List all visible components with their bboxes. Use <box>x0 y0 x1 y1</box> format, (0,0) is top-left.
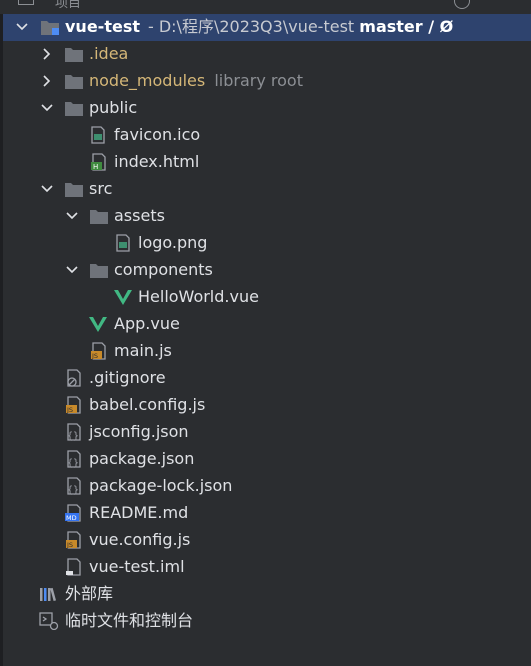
file-label: package-lock.json <box>89 476 233 495</box>
project-window-icon <box>18 0 34 5</box>
chevron-down-icon[interactable] <box>40 101 54 115</box>
svg-text:JS: JS <box>91 352 98 360</box>
svg-text:MD: MD <box>66 514 77 522</box>
tree-row-scratches[interactable]: 临时文件和控制台 <box>3 608 531 635</box>
external-libraries-label: 外部库 <box>65 584 114 603</box>
folder-label: public <box>89 98 138 117</box>
svg-text:{}: {} <box>67 431 79 441</box>
vue-file-icon <box>88 315 107 333</box>
folder-icon <box>89 261 108 279</box>
tree-row-src[interactable]: src <box>3 176 531 203</box>
tree-row-public[interactable]: public <box>3 95 531 122</box>
project-path: - D:\程序\2023Q3\vue-test <box>147 17 355 36</box>
tree-row-favicon[interactable]: favicon.ico <box>3 122 531 149</box>
svg-text:H: H <box>93 163 98 171</box>
scratches-icon <box>39 612 59 631</box>
options-icon[interactable] <box>454 0 470 9</box>
markdown-file-icon: MD <box>64 504 82 522</box>
json-file-icon: {} <box>65 477 83 496</box>
tree-row-node-modules[interactable]: node_modules library root <box>3 68 531 95</box>
js-file-icon: JS <box>90 342 108 360</box>
tree-row-index-html[interactable]: H index.html <box>3 149 531 176</box>
tree-row-main-js[interactable]: JS main.js <box>3 338 531 365</box>
tree-row-package-lock[interactable]: {} package-lock.json <box>3 473 531 500</box>
library-root-hint: library root <box>214 71 303 90</box>
folder-icon <box>64 180 83 198</box>
file-label: favicon.ico <box>114 125 201 144</box>
library-icon <box>39 585 57 603</box>
module-folder-icon <box>40 18 59 36</box>
tree-row-vue-config[interactable]: JS vue.config.js <box>3 527 531 554</box>
tree-row-helloworld[interactable]: HelloWorld.vue <box>3 284 531 311</box>
json-file-icon: {} <box>65 450 83 469</box>
js-file-icon: JS <box>65 396 83 414</box>
folder-label: assets <box>114 206 165 225</box>
tree-row-gitignore[interactable]: .gitignore <box>3 365 531 392</box>
module-file-icon <box>65 558 83 576</box>
file-label: vue-test.iml <box>89 557 185 576</box>
chevron-down-icon[interactable] <box>65 263 79 277</box>
file-label: vue.config.js <box>89 530 191 549</box>
folder-label: src <box>89 179 113 198</box>
chevron-down-icon[interactable] <box>65 209 79 223</box>
svg-text:JS: JS <box>66 541 73 549</box>
file-label: babel.config.js <box>89 395 206 414</box>
vue-file-icon <box>113 288 132 306</box>
panel-title: 项目 <box>55 0 82 11</box>
file-label: jsconfig.json <box>89 422 189 441</box>
folder-icon <box>89 207 108 225</box>
vcs-branch: master / Ø <box>359 17 454 36</box>
scratches-label: 临时文件和控制台 <box>65 611 194 630</box>
header-strip: 项目 <box>0 0 531 14</box>
folder-label: components <box>114 260 213 279</box>
file-label: README.md <box>89 503 189 522</box>
tree-row-package-json[interactable]: {} package.json <box>3 446 531 473</box>
svg-text:JS: JS <box>66 406 73 414</box>
svg-text:{}: {} <box>67 458 79 468</box>
tree-row-logo[interactable]: logo.png <box>3 230 531 257</box>
image-file-icon <box>115 234 133 252</box>
project-name: vue-test <box>65 17 140 36</box>
folder-label: .idea <box>89 44 129 63</box>
file-label: .gitignore <box>89 368 166 387</box>
tree-row-jsconfig[interactable]: {} jsconfig.json <box>3 419 531 446</box>
image-file-icon <box>90 126 108 144</box>
chevron-right-icon[interactable] <box>40 74 54 88</box>
folder-icon <box>64 72 83 90</box>
hide-icon[interactable] <box>500 0 514 8</box>
svg-text:{}: {} <box>67 485 79 495</box>
tree-row-app-vue[interactable]: App.vue <box>3 311 531 338</box>
chevron-right-icon[interactable] <box>40 47 54 61</box>
file-label: HelloWorld.vue <box>138 287 259 306</box>
file-label: App.vue <box>114 314 180 333</box>
file-label: main.js <box>114 341 172 360</box>
js-file-icon: JS <box>65 531 83 549</box>
file-label: logo.png <box>138 233 208 252</box>
tree-row-idea[interactable]: .idea <box>3 41 531 68</box>
tree-row-root[interactable]: vue-test - D:\程序\2023Q3\vue-test master /… <box>3 14 531 41</box>
folder-label: node_modules <box>89 71 206 90</box>
tree-row-readme[interactable]: MD README.md <box>3 500 531 527</box>
tree-row-components[interactable]: components <box>3 257 531 284</box>
html-file-icon: H <box>90 153 108 171</box>
file-label: package.json <box>89 449 195 468</box>
folder-icon <box>64 45 83 63</box>
tree-row-assets[interactable]: assets <box>3 203 531 230</box>
chevron-down-icon[interactable] <box>15 20 29 34</box>
folder-icon <box>64 99 83 117</box>
file-label: index.html <box>114 152 200 171</box>
tree-row-babel-config[interactable]: JS babel.config.js <box>3 392 531 419</box>
tree-row-iml[interactable]: vue-test.iml <box>3 554 531 581</box>
json-file-icon: {} <box>65 423 83 442</box>
chevron-down-icon[interactable] <box>40 182 54 196</box>
tree-row-external-libraries[interactable]: 外部库 <box>3 581 531 608</box>
ignore-file-icon <box>65 369 83 387</box>
